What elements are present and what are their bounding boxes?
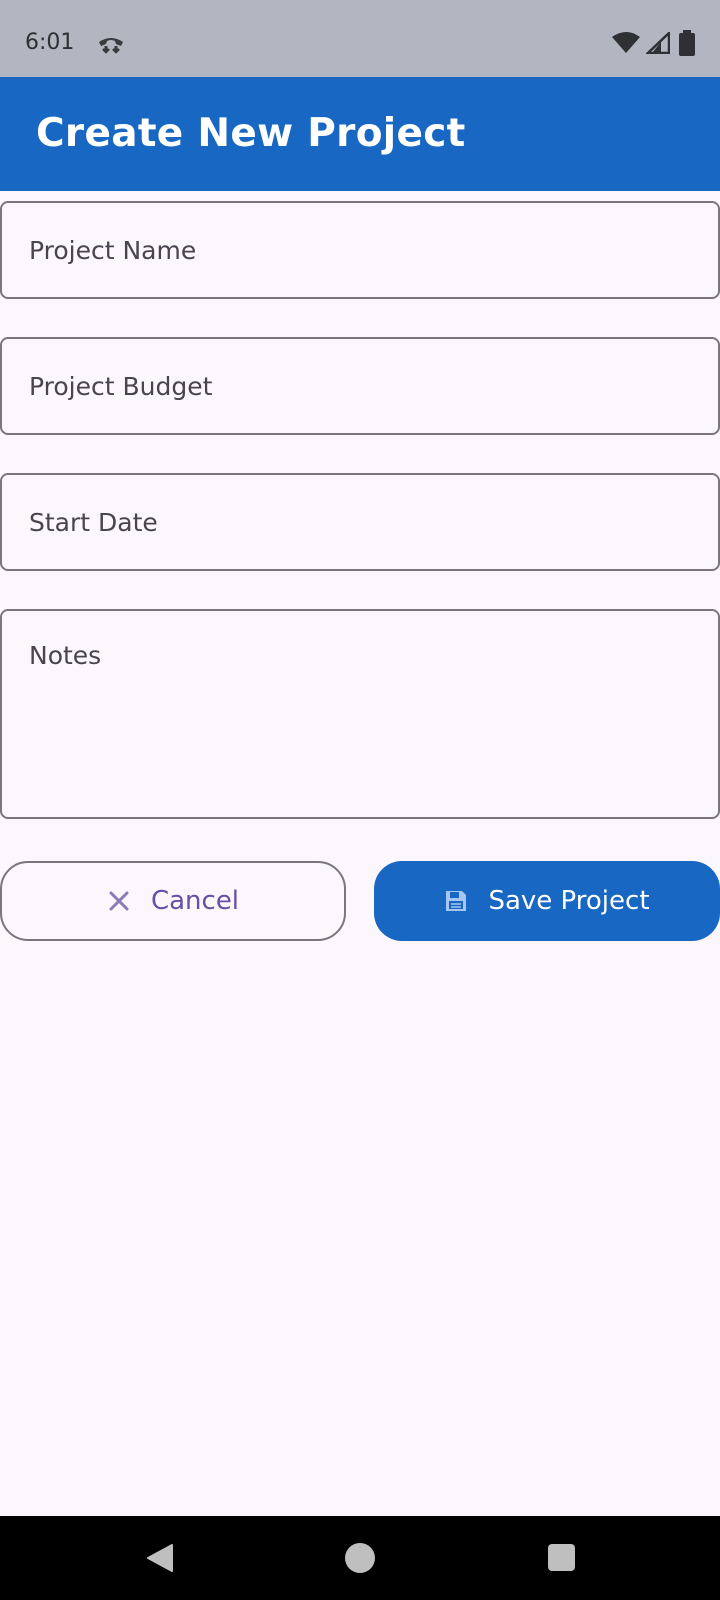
cancel-button[interactable]: Cancel [0,861,346,941]
start-date-label: Start Date [29,508,158,537]
save-icon [446,891,467,911]
navigation-bar [0,1516,720,1600]
call-end-icon [99,38,123,54]
app-bar: Create New Project [0,77,720,191]
save-label: Save Project [488,886,650,916]
page-title: Create New Project [36,111,466,156]
project-budget-label: Project Budget [29,372,213,401]
recents-icon[interactable] [548,1544,575,1571]
signal-icon [646,32,670,54]
status-time: 6:01 [25,30,75,55]
project-budget-field[interactable]: Project Budget [0,337,720,435]
save-project-button[interactable]: Save Project [374,861,720,941]
wifi-icon [612,32,640,53]
notes-field[interactable]: Notes [0,609,720,819]
cancel-label: Cancel [150,886,240,916]
project-name-label: Project Name [29,236,197,265]
home-icon[interactable] [345,1543,375,1573]
project-name-field[interactable]: Project Name [0,201,720,299]
close-icon [109,891,129,911]
back-icon[interactable] [146,1543,174,1573]
notes-label: Notes [29,641,102,670]
start-date-field[interactable]: Start Date [0,473,720,571]
battery-icon [679,30,695,56]
status-bar: 6:01 [0,0,720,77]
